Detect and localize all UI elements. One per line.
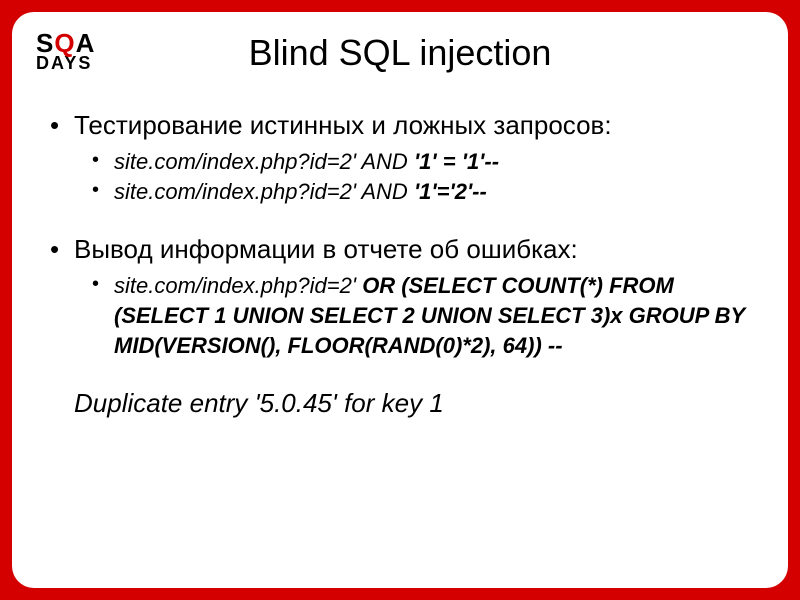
sub-plain: site.com/index.php?id=2' AND xyxy=(114,179,414,204)
bullet-error-output: Вывод информации в отчете об ошибках: si… xyxy=(74,234,754,360)
sub-list-2: site.com/index.php?id=2' OR (SELECT COUN… xyxy=(74,271,754,360)
logo-letter-q: Q xyxy=(54,30,75,56)
sub-item-true-case: site.com/index.php?id=2' AND '1' = '1'-- xyxy=(114,147,754,177)
sub-plain: site.com/index.php?id=2' AND xyxy=(114,149,414,174)
sub-item-false-case: site.com/index.php?id=2' AND '1'='2'-- xyxy=(114,177,754,207)
sub-list-1: site.com/index.php?id=2' AND '1' = '1'--… xyxy=(74,147,754,206)
slide-body: Тестирование истинных и ложных запросов:… xyxy=(46,110,754,360)
error-result-line: Duplicate entry '5.0.45' for key 1 xyxy=(46,388,754,419)
sub-item-error-query: site.com/index.php?id=2' OR (SELECT COUN… xyxy=(114,271,754,360)
sub-plain: site.com/index.php?id=2' xyxy=(114,273,362,298)
bullet-text: Тестирование истинных и ложных запросов: xyxy=(74,110,612,140)
bullet-text: Вывод информации в отчете об ошибках: xyxy=(74,234,578,264)
sub-bold: '1' = '1'-- xyxy=(414,149,499,174)
bullet-true-false-tests: Тестирование истинных и ложных запросов:… xyxy=(74,110,754,206)
slide-frame: SQA DAYS Blind SQL injection Тестировани… xyxy=(12,12,788,588)
sqa-days-logo: SQA DAYS xyxy=(36,30,106,72)
sub-bold: '1'='2'-- xyxy=(414,179,487,204)
slide-title: Blind SQL injection xyxy=(46,32,754,74)
